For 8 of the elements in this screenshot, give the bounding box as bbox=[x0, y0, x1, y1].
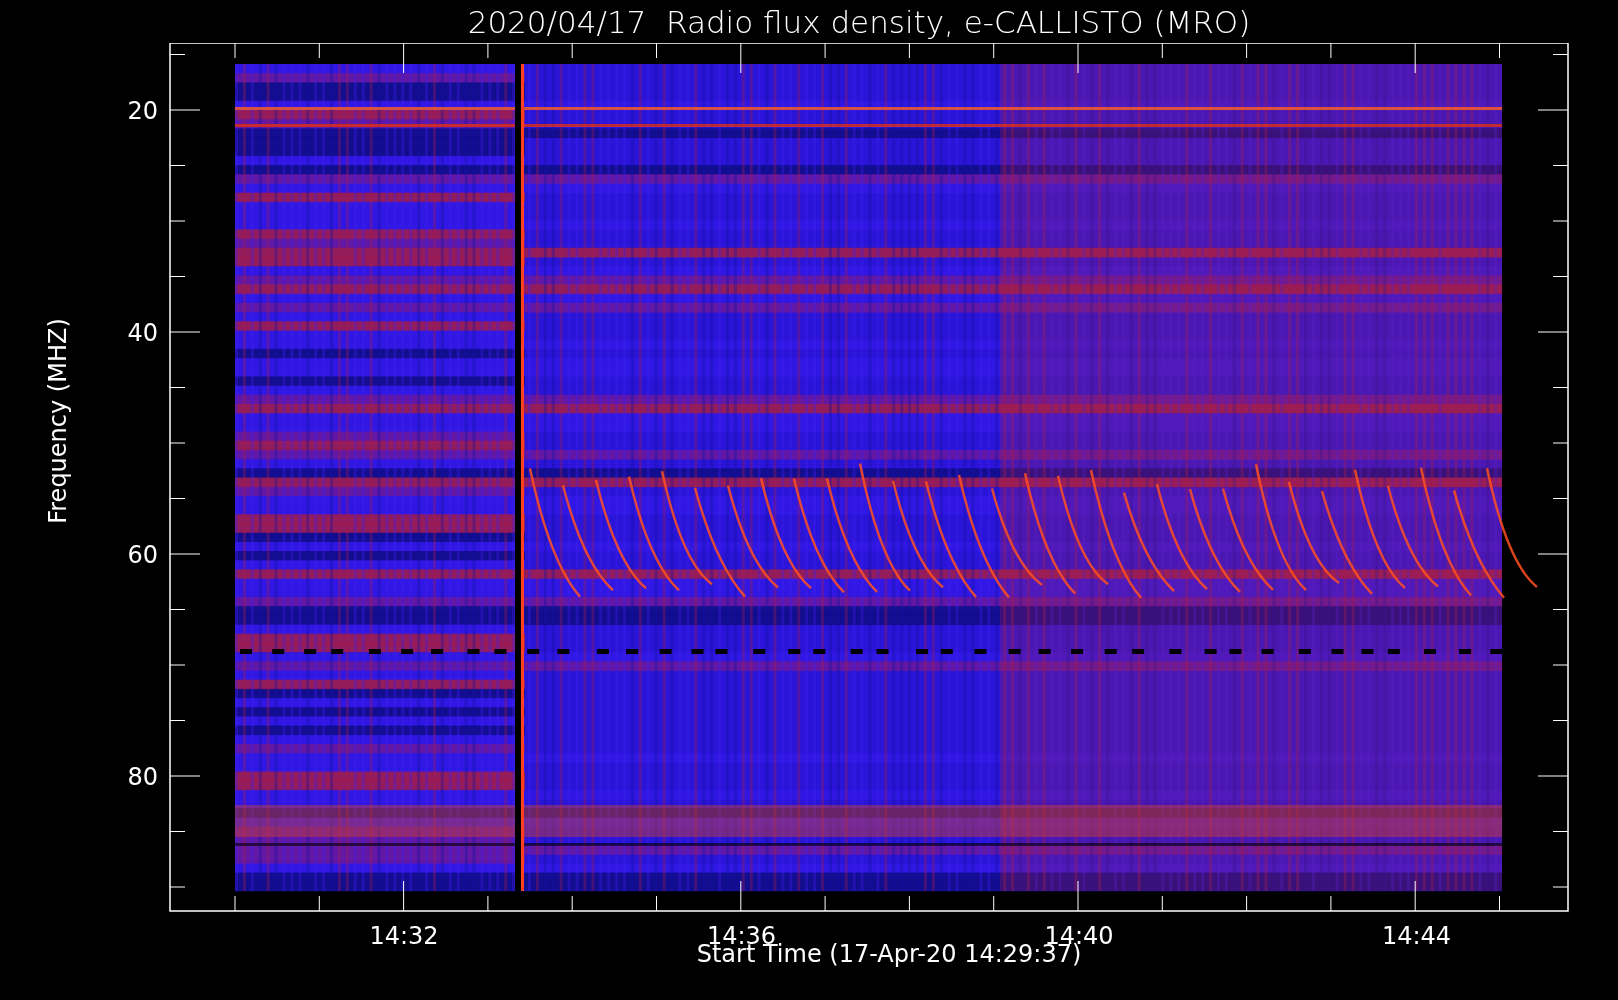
y-tick-label: 40 bbox=[127, 319, 158, 347]
x-tick-label: 14:32 bbox=[369, 922, 439, 948]
x-tick-label: 14:44 bbox=[1381, 922, 1452, 948]
y-tick-label: 80 bbox=[127, 763, 158, 791]
y-tick-label: 60 bbox=[127, 541, 158, 569]
y-axis-label: Frequency (MHZ) bbox=[44, 317, 72, 524]
y-tick-label: 20 bbox=[127, 97, 158, 125]
chart-title: 2020/04/17 Radio flux density, e-CALLISTO (MRO) bbox=[466, 2, 1252, 42]
